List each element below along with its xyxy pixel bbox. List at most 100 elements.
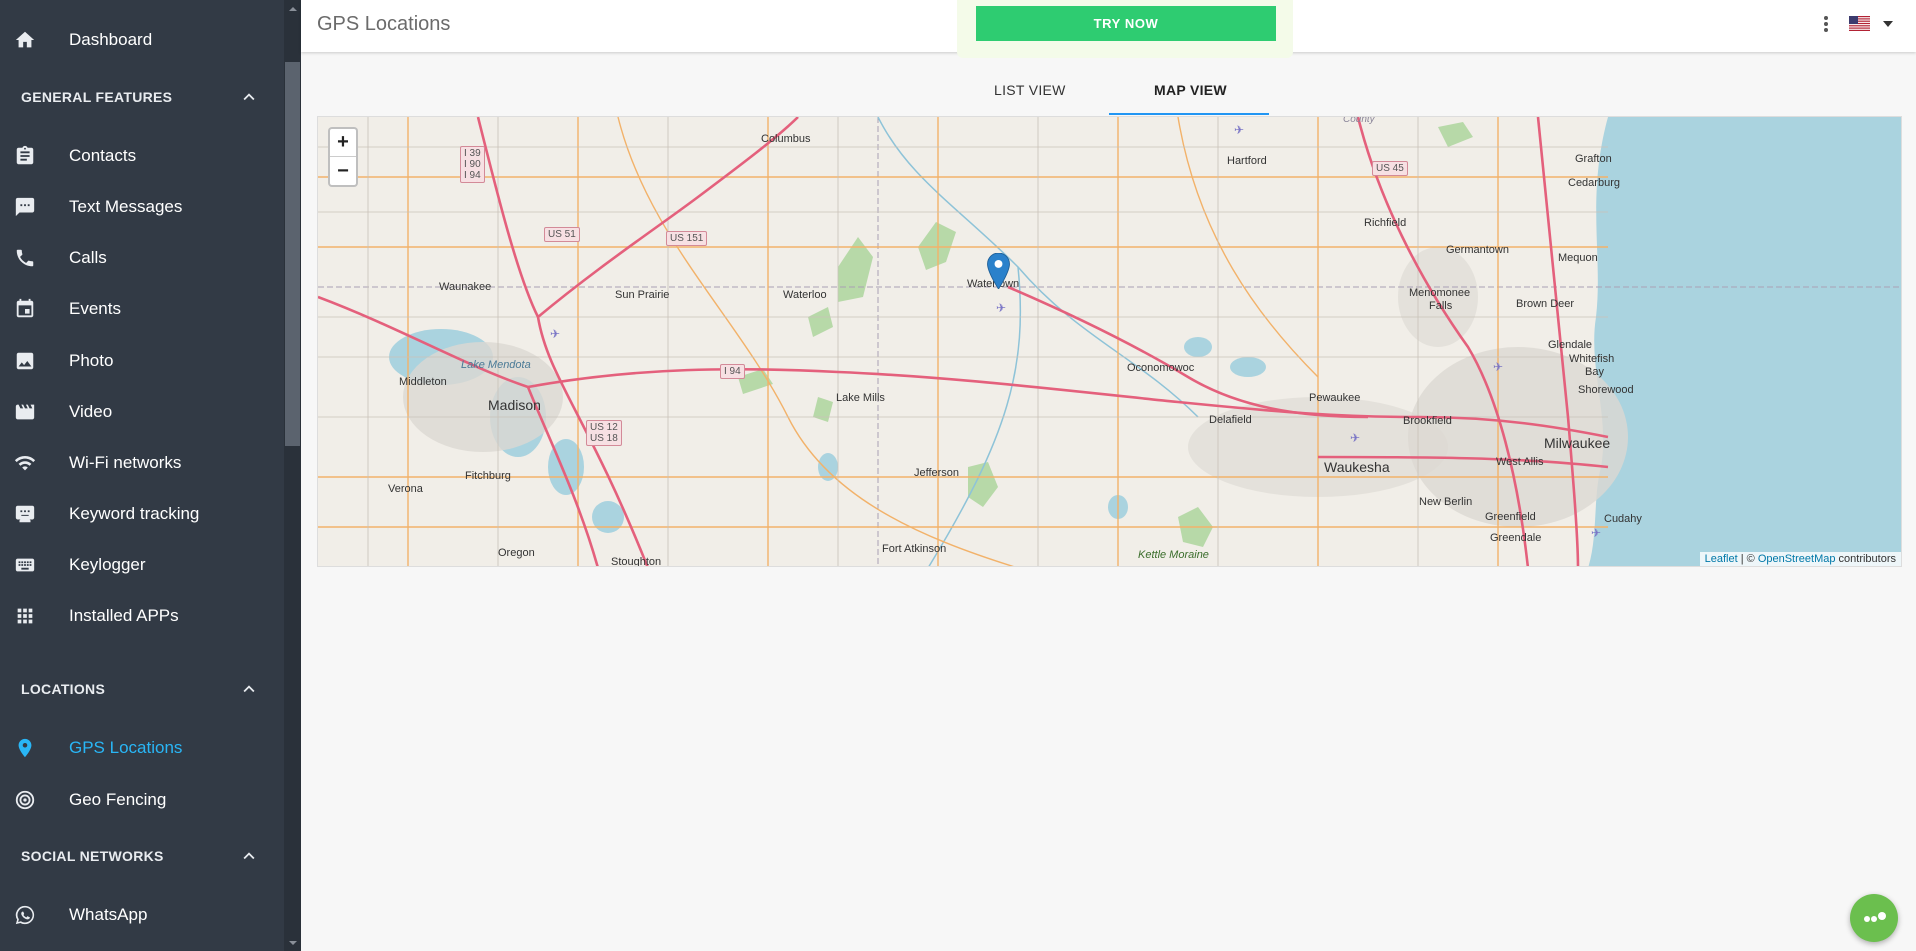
scroll-down-arrow-icon[interactable] <box>284 934 301 951</box>
place-label: Lake Mills <box>836 392 885 404</box>
road-shield: US 151 <box>666 231 708 246</box>
place-label: Madison <box>488 397 541 413</box>
location-marker-icon[interactable] <box>986 253 1011 289</box>
sidebar-item-installed-apps[interactable]: Installed APPs <box>0 590 284 641</box>
sidebar-item-label: Contacts <box>69 145 137 165</box>
scroll-up-arrow-icon[interactable] <box>284 0 301 17</box>
zoom-in-button[interactable]: + <box>330 129 356 157</box>
sidebar-item-label: Events <box>69 298 121 318</box>
sidebar-item-text-messages[interactable]: Text Messages <box>0 181 284 232</box>
tab-map-view[interactable]: MAP VIEW <box>1154 82 1227 98</box>
sidebar-item-label: Video <box>69 401 113 421</box>
chat-button[interactable] <box>1850 894 1898 942</box>
try-now-button[interactable]: TRY NOW <box>976 6 1276 41</box>
map-attribution: Leaflet | © OpenStreetMap contributors <box>1699 552 1901 566</box>
place-label: New Berlin <box>1419 496 1473 508</box>
keyboard-monitor-icon <box>12 501 38 527</box>
place-label: Richfield <box>1364 217 1407 229</box>
sidebar-item-keyword-tracking[interactable]: Keyword tracking <box>0 488 284 539</box>
sidebar-item-contacts[interactable]: Contacts <box>0 130 284 181</box>
road-shield: US 45 <box>1372 161 1408 176</box>
sidebar-item-label: Dashboard <box>69 29 153 49</box>
more-vert-icon[interactable] <box>1822 14 1830 34</box>
section-locations[interactable]: LOCATIONS <box>0 663 284 715</box>
wifi-icon <box>12 450 38 476</box>
section-label: LOCATIONS <box>21 681 106 697</box>
section-label: GENERAL FEATURES <box>21 89 173 105</box>
sidebar-item-gps-locations[interactable]: GPS Locations <box>0 722 284 773</box>
chevron-up-icon <box>243 685 255 693</box>
place-label: Milwaukee <box>1544 435 1611 451</box>
sidebar-item-geo-fencing[interactable]: Geo Fencing <box>0 774 284 825</box>
place-label: Verona <box>388 483 423 495</box>
place-label: Sun Prairie <box>615 289 670 301</box>
caret-down-icon[interactable] <box>1883 21 1893 27</box>
sidebar-item-events[interactable]: Events <box>0 283 284 334</box>
map-view[interactable]: I 39 I 90 I 94 US 51 US 151 I 94 US 12 U… <box>317 116 1902 567</box>
place-label: Whitefish <box>1569 353 1615 365</box>
place-label: Menomonee <box>1409 287 1471 299</box>
sidebar-item-label: Photo <box>69 350 114 370</box>
location-pin-icon <box>12 735 38 761</box>
chat-bubble-icon <box>1864 912 1886 922</box>
keyboard-icon <box>12 552 38 578</box>
calendar-icon <box>12 296 38 322</box>
sidebar-item-video[interactable]: Video <box>0 386 284 437</box>
chevron-up-icon <box>243 93 255 101</box>
map-tiles <box>318 117 1901 566</box>
us-flag-icon[interactable] <box>1849 16 1870 31</box>
section-label: SOCIAL NETWORKS <box>21 848 164 864</box>
message-icon <box>12 194 38 220</box>
place-label: Cedarburg <box>1568 177 1620 189</box>
clipboard-icon <box>12 143 38 169</box>
sidebar-item-wifi-networks[interactable]: Wi-Fi networks <box>0 437 284 488</box>
section-social-networks[interactable]: SOCIAL NETWORKS <box>0 830 284 882</box>
sidebar-item-label: GPS Locations <box>69 737 183 757</box>
target-icon <box>12 787 38 813</box>
sidebar-item-calls[interactable]: Calls <box>0 232 284 283</box>
sidebar-item-label: Text Messages <box>69 196 183 216</box>
place-label: Brookfield <box>1403 415 1452 427</box>
active-tab-indicator <box>1109 113 1269 115</box>
place-label: Oregon <box>498 547 535 559</box>
leaflet-link[interactable]: Leaflet <box>1705 553 1738 565</box>
zoom-control: + − <box>328 127 358 187</box>
road-shield: US 51 <box>544 227 580 242</box>
place-label: Falls <box>1429 300 1453 312</box>
sidebar-item-label: WhatsApp <box>69 904 148 924</box>
top-header: GPS Locations TRY NOW <box>301 0 1916 58</box>
section-general-features[interactable]: GENERAL FEATURES <box>0 71 284 123</box>
county-label: County <box>1343 116 1375 125</box>
page-title: GPS Locations <box>317 13 451 35</box>
phone-icon <box>12 245 38 271</box>
place-label: Bay <box>1585 366 1604 378</box>
airport-icon: ✈ <box>1234 123 1245 137</box>
sidebar-item-whatsapp[interactable]: WhatsApp <box>0 889 284 940</box>
place-label: Oconomowoc <box>1127 362 1195 374</box>
sidebar-item-keylogger[interactable]: Keylogger <box>0 539 284 590</box>
place-label: Fort Atkinson <box>882 543 947 555</box>
sidebar-item-label: Wi-Fi networks <box>69 452 182 472</box>
place-label: Columbus <box>761 133 811 145</box>
zoom-out-button[interactable]: − <box>330 157 356 185</box>
sidebar-item-photo[interactable]: Photo <box>0 335 284 386</box>
sidebar-item-label: Keyword tracking <box>69 503 200 523</box>
sidebar-scroll-thumb[interactable] <box>285 62 300 446</box>
tab-list-view[interactable]: LIST VIEW <box>994 82 1066 98</box>
sidebar-item-dashboard[interactable]: Dashboard <box>0 14 284 65</box>
park-label: Kettle Moraine <box>1138 549 1209 561</box>
whatsapp-icon <box>12 902 38 928</box>
place-label: Glendale <box>1548 339 1593 351</box>
sidebar-item-label: Calls <box>69 247 107 267</box>
place-label: Middleton <box>399 376 447 388</box>
airport-icon: ✈ <box>1591 526 1602 540</box>
place-label: Brown Deer <box>1516 298 1575 310</box>
openstreetmap-link[interactable]: OpenStreetMap <box>1758 553 1836 565</box>
image-icon <box>12 348 38 374</box>
movie-icon <box>12 399 38 425</box>
chevron-up-icon <box>243 852 255 860</box>
sidebar-item-label: Keylogger <box>69 554 146 574</box>
place-label: Waunakee <box>439 281 492 293</box>
apps-grid-icon <box>12 603 38 629</box>
home-icon <box>12 27 38 53</box>
